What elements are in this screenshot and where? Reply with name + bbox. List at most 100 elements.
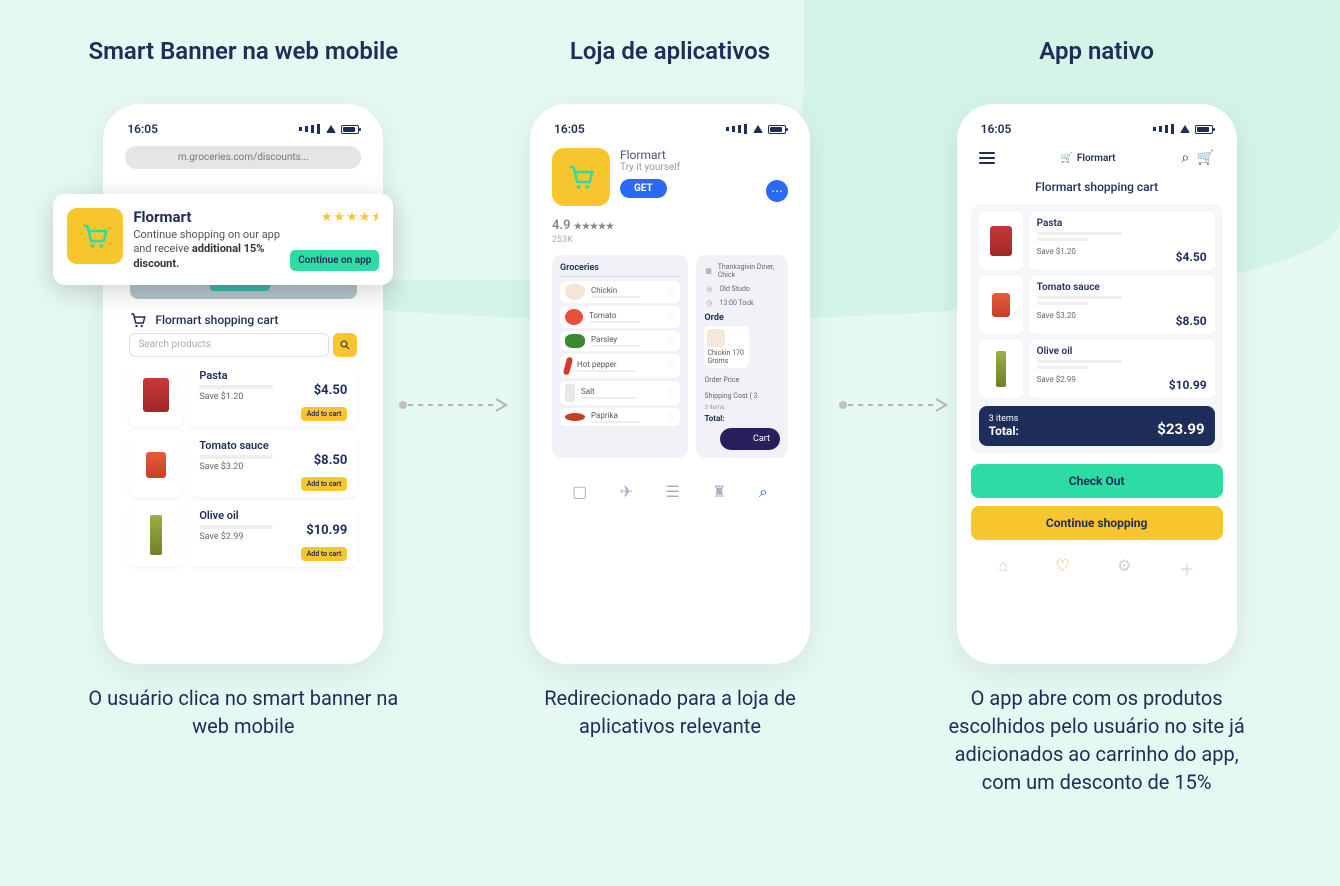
product-row[interactable]: Olive oil $10.99 Save $2.99 Add to cart <box>129 503 357 567</box>
search-icon[interactable]: ⌕ <box>1181 150 1189 166</box>
tab-today-icon[interactable]: ▢ <box>572 482 587 502</box>
total-label: Total: <box>704 414 780 423</box>
heart-icon: ♡ <box>667 287 675 297</box>
col3-title: App nativo <box>1039 20 1154 84</box>
heart-icon: ♡ <box>667 312 675 322</box>
cart-item-price: $10.99 <box>1169 378 1207 392</box>
banner-rating-stars: ★★★★⯨ <box>290 208 379 230</box>
nav-add-icon[interactable]: ＋ <box>1179 556 1195 580</box>
col2-caption: Redirecionado para a loja de aplicativos… <box>510 684 830 740</box>
add-to-cart-button[interactable]: Add to cart <box>301 407 348 421</box>
add-to-cart-button[interactable]: Add to cart <box>301 477 348 491</box>
cart-item-image <box>979 212 1023 270</box>
status-bar: 16:05 <box>117 120 369 144</box>
cart-icon[interactable]: 🛒 <box>1197 150 1214 166</box>
product-name: Olive oil <box>199 509 347 522</box>
screenshot-title: Groceries <box>560 263 680 277</box>
nav-home-icon[interactable]: ⌂ <box>998 556 1008 580</box>
screenshot-2: ▦Thanksgivin Diner, Chick ◎Old Studo ◷13… <box>696 255 788 458</box>
col1-caption: O usuário clica no smart banner na web m… <box>83 684 403 740</box>
cart-icon <box>566 162 596 192</box>
total-value: $23.99 <box>1157 420 1204 438</box>
product-image <box>129 433 183 497</box>
tab-arcade-icon[interactable]: ♜ <box>712 482 726 502</box>
product-row[interactable]: Pasta $4.50 Save $1.20 Add to cart <box>129 363 357 427</box>
cart-item-name: Tomato sauce <box>1037 282 1207 293</box>
status-time: 16:05 <box>127 122 158 136</box>
nav-settings-icon[interactable]: ⚙ <box>1117 556 1131 580</box>
cart-item[interactable]: Olive oil Save $2.99 $10.99 <box>979 340 1215 398</box>
product-price: $8.50 <box>314 453 348 468</box>
phone-1: 16:05 m.groceries.com/discounts... Florm… <box>103 104 383 664</box>
product-name: Pasta <box>199 369 347 382</box>
product-row[interactable]: Tomato sauce $8.50 Save $3.20 Add to car… <box>129 433 357 497</box>
cart-item-name: Pasta <box>1037 218 1207 229</box>
cart-item-image <box>979 340 1023 398</box>
heart-icon: ♡ <box>667 361 675 371</box>
pin-icon: ◎ <box>704 285 714 293</box>
screenshot-1: Groceries Chickin♡ Tomato♡ Parsley♡ Hot … <box>552 255 688 458</box>
tab-games-icon[interactable]: ✈ <box>620 482 633 502</box>
col3-caption: O app abre com os produtos escolhidos pe… <box>937 684 1257 796</box>
calendar-icon: ▦ <box>704 267 712 275</box>
more-button[interactable]: ⋯ <box>766 180 788 202</box>
store-app-name: Flormart <box>620 148 756 162</box>
product-image <box>129 503 183 567</box>
heart-icon: ♡ <box>667 336 675 346</box>
shop-header: Flormart shopping cart <box>117 307 369 333</box>
heart-icon: ♡ <box>667 388 675 398</box>
flow-arrow <box>398 395 508 415</box>
status-time: 16:05 <box>981 122 1012 136</box>
rating-count: 253K <box>544 235 796 245</box>
phone-3: 16:05 🛒Flormart ⌕ 🛒 Flormart shopping ca… <box>957 104 1237 664</box>
bottom-nav: ⌂ ♡ ⚙ ＋ <box>971 540 1223 580</box>
cart-button[interactable]: Cart <box>720 428 780 450</box>
clock-icon: ◷ <box>704 299 714 307</box>
cart-icon <box>80 221 110 251</box>
flow-arrow <box>838 395 948 415</box>
search-icon <box>339 339 351 351</box>
shipping-label: Shipping Cost ( 3. <box>704 392 780 400</box>
nav-favorites-icon[interactable]: ♡ <box>1055 556 1069 580</box>
product-name: Tomato sauce <box>199 439 347 452</box>
cart-item-name: Olive oil <box>1037 346 1207 357</box>
address-bar[interactable]: m.groceries.com/discounts... <box>125 146 361 169</box>
continue-shopping-button[interactable]: Continue shopping <box>971 506 1223 540</box>
col1-title: Smart Banner na web mobile <box>88 20 398 84</box>
tab-bar: ▢ ✈ ☰ ♜ ⌕ <box>544 468 796 506</box>
add-to-cart-button[interactable]: Add to cart <box>301 547 348 561</box>
status-time: 16:05 <box>554 122 585 136</box>
search-button[interactable] <box>333 333 357 357</box>
totals: 3 itemsTotal: $23.99 <box>979 406 1215 446</box>
banner-app-icon <box>67 208 123 264</box>
cart-item[interactable]: Tomato sauce Save $3.20 $8.50 <box>979 276 1215 334</box>
banner-text: Continue shopping on our app and receive… <box>133 228 280 271</box>
checkout-button[interactable]: Check Out <box>971 464 1223 498</box>
app-logo: 🛒Flormart <box>1060 153 1115 164</box>
cart-item[interactable]: Pasta Save $1.20 $4.50 <box>979 212 1215 270</box>
cart-item-price: $4.50 <box>1176 250 1207 264</box>
store-app-icon <box>552 148 610 206</box>
tab-apps-icon[interactable]: ☰ <box>665 482 679 502</box>
menu-icon[interactable] <box>979 152 995 164</box>
store-app-subtitle: Try it yourself <box>620 162 756 173</box>
product-image <box>129 363 183 427</box>
col2-title: Loja de aplicativos <box>570 20 770 84</box>
search-input[interactable]: Search products <box>129 333 329 357</box>
phone-2: 16:05 Flormart Try it yourself GET ⋯ 4.9… <box>530 104 810 664</box>
status-bar: 16:05 <box>971 120 1223 144</box>
cart-item-price: $8.50 <box>1176 314 1207 328</box>
cart-item-image <box>979 276 1023 334</box>
smart-banner[interactable]: Flormart Continue shopping on our app an… <box>53 194 393 285</box>
order-price-label: Order Price <box>704 376 780 384</box>
status-bar: 16:05 <box>544 120 796 144</box>
banner-title: Flormart <box>133 208 280 226</box>
page-title: Flormart shopping cart <box>971 172 1223 204</box>
tab-search-icon[interactable]: ⌕ <box>759 482 768 502</box>
orde-label: Orde <box>704 313 780 323</box>
banner-cta-button[interactable]: Continue on app <box>290 250 379 271</box>
product-price: $4.50 <box>314 383 348 398</box>
product-price: $10.99 <box>306 523 347 538</box>
get-button[interactable]: GET <box>620 179 667 198</box>
rating: 4.9 ★★★★★ <box>544 210 796 235</box>
